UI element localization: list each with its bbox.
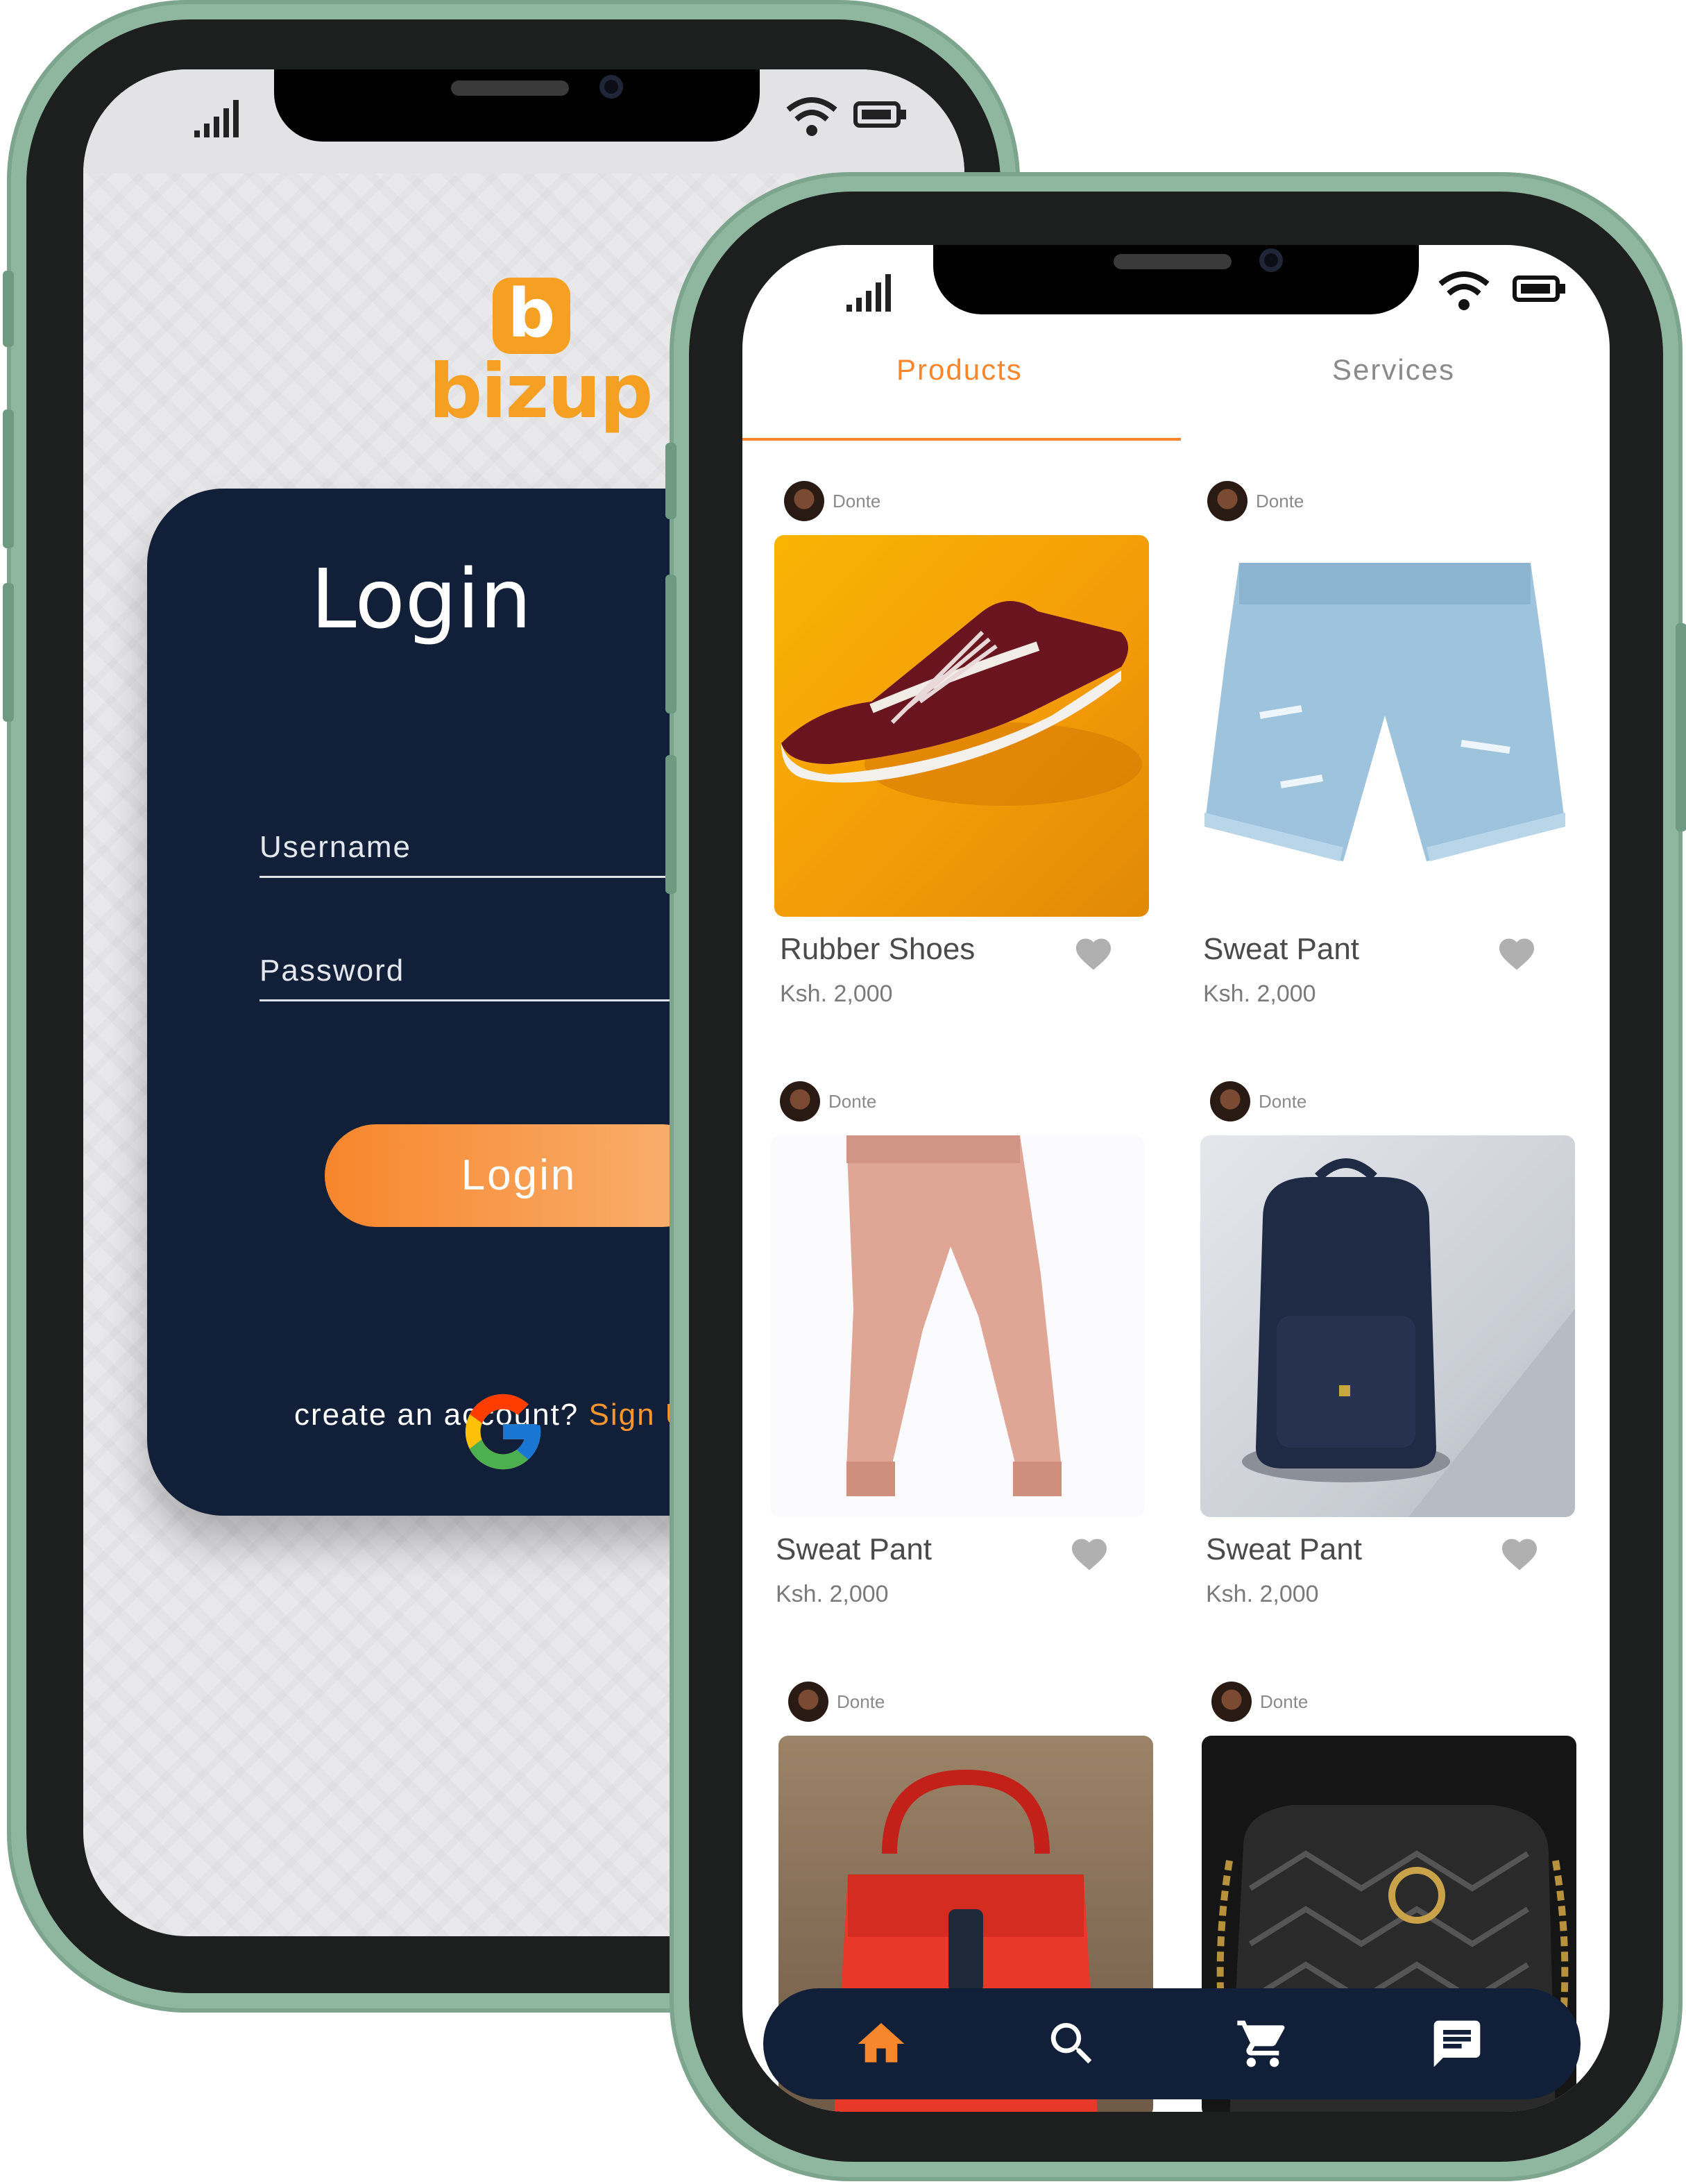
product-name: Sweat Pant bbox=[1206, 1532, 1363, 1566]
signal-icon bbox=[194, 100, 239, 137]
front-camera bbox=[1259, 248, 1283, 272]
product-name: Rubber Shoes bbox=[780, 932, 976, 966]
wifi-icon bbox=[1438, 271, 1490, 310]
favorite-heart-icon[interactable] bbox=[1073, 933, 1114, 975]
sneaker-image bbox=[781, 601, 1142, 806]
product-name: Sweat Pant bbox=[1203, 932, 1360, 966]
home-icon[interactable] bbox=[853, 2016, 909, 2072]
signal-icon bbox=[846, 274, 891, 312]
logo-letter: b bbox=[507, 275, 556, 353]
battery-icon bbox=[1513, 276, 1565, 302]
search-icon[interactable] bbox=[1044, 2016, 1100, 2072]
product-image[interactable] bbox=[774, 535, 1149, 917]
pink-joggers-image bbox=[846, 1135, 1062, 1496]
seller-avatar bbox=[784, 481, 824, 521]
seller-name: Donte bbox=[1260, 1691, 1309, 1712]
login-title: Login bbox=[310, 551, 532, 647]
seller-name: Donte bbox=[1256, 491, 1304, 511]
product-name: Sweat Pant bbox=[776, 1532, 933, 1566]
volume-down-button bbox=[3, 583, 14, 722]
front-camera bbox=[599, 75, 623, 99]
bottom-nav bbox=[763, 1988, 1581, 2099]
login-button[interactable]: Login bbox=[325, 1124, 713, 1227]
power-button bbox=[1676, 623, 1686, 831]
product-price: Ksh. 2,000 bbox=[1203, 981, 1316, 1007]
favorite-heart-icon[interactable] bbox=[1496, 933, 1538, 975]
seller-avatar bbox=[1207, 481, 1248, 521]
side-button bbox=[665, 443, 676, 519]
tab-indicator bbox=[742, 438, 1181, 441]
chat-icon[interactable] bbox=[1429, 2016, 1485, 2072]
wifi-icon bbox=[786, 97, 837, 136]
product-price: Ksh. 2,000 bbox=[776, 1581, 889, 1607]
volume-up-button bbox=[3, 409, 14, 548]
backpack-image bbox=[1242, 1158, 1575, 1517]
product-image[interactable] bbox=[1198, 535, 1572, 917]
brand-name: bizup bbox=[429, 348, 653, 435]
volume-up-button bbox=[665, 575, 676, 713]
google-icon[interactable] bbox=[458, 1387, 548, 1477]
cart-icon[interactable] bbox=[1235, 2016, 1291, 2072]
products-screen: Products Services Donte Rubber Shoes Ksh… bbox=[742, 245, 1610, 2112]
seller-name: Donte bbox=[837, 1691, 885, 1712]
phone-products: Products Services Donte Rubber Shoes Ksh… bbox=[665, 172, 1686, 2181]
seller-name: Donte bbox=[828, 1091, 877, 1112]
tab-services[interactable]: Services bbox=[1332, 353, 1455, 387]
favorite-heart-icon[interactable] bbox=[1499, 1534, 1540, 1575]
seller-avatar bbox=[788, 1682, 828, 1722]
product-price: Ksh. 2,000 bbox=[780, 981, 893, 1007]
denim-shorts-image bbox=[1204, 563, 1565, 861]
volume-down-button bbox=[665, 755, 676, 894]
seller-name: Donte bbox=[833, 491, 881, 511]
brand-logo: b bbox=[493, 278, 570, 354]
product-image[interactable] bbox=[770, 1135, 1145, 1517]
product-image[interactable] bbox=[1200, 1135, 1575, 1517]
speaker bbox=[1114, 254, 1232, 269]
battery-icon bbox=[853, 101, 906, 128]
side-button bbox=[3, 271, 14, 347]
favorite-heart-icon[interactable] bbox=[1068, 1534, 1110, 1575]
speaker bbox=[451, 81, 569, 96]
tab-products[interactable]: Products bbox=[896, 353, 1023, 387]
seller-avatar bbox=[780, 1081, 820, 1121]
seller-avatar bbox=[1210, 1081, 1250, 1121]
seller-name: Donte bbox=[1259, 1091, 1307, 1112]
product-price: Ksh. 2,000 bbox=[1206, 1581, 1319, 1607]
seller-avatar bbox=[1211, 1682, 1252, 1722]
